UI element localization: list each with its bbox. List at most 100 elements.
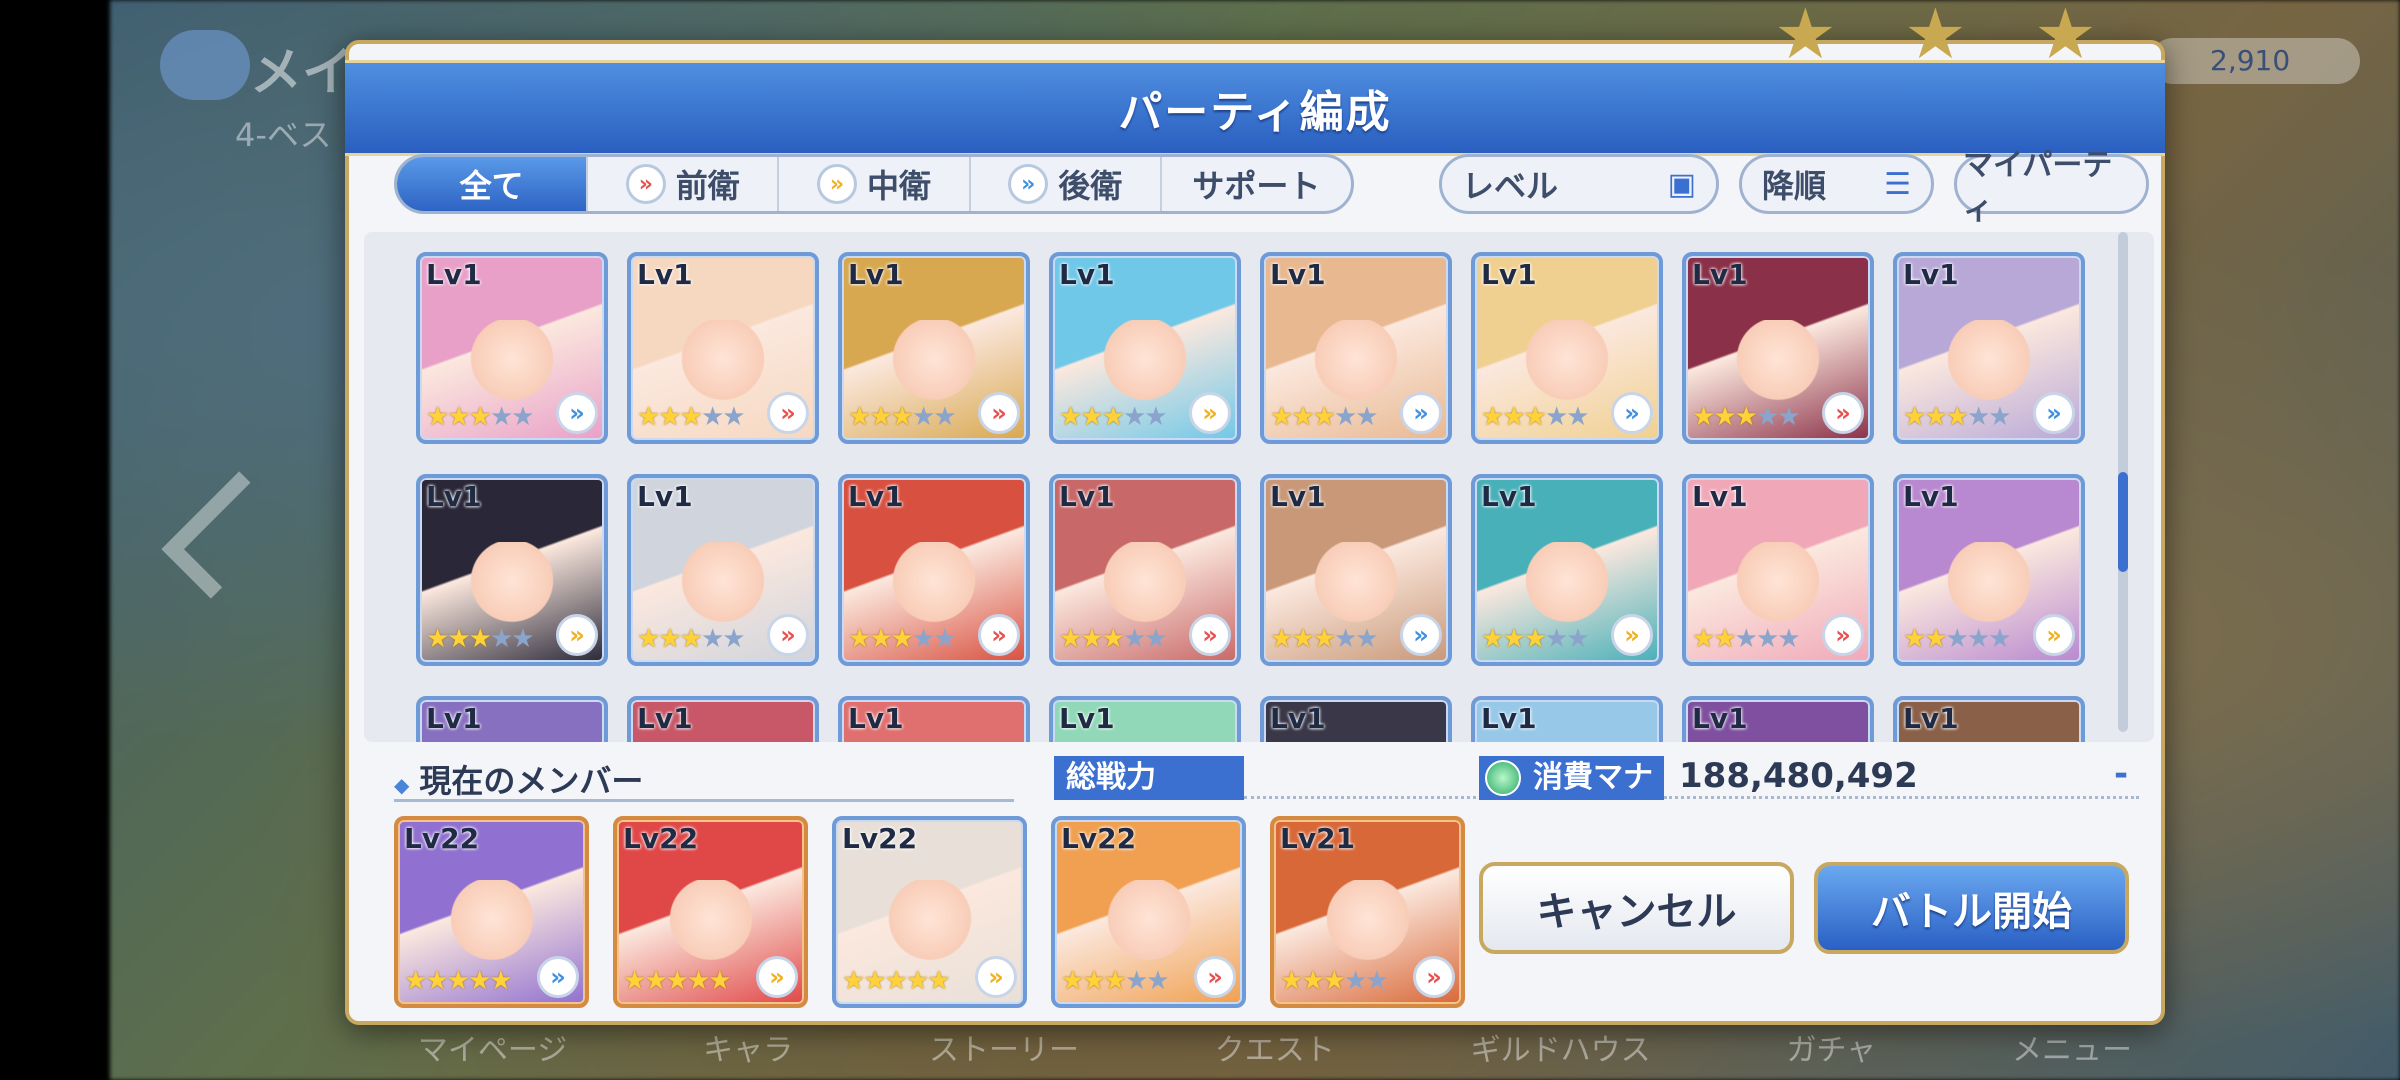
- character-card[interactable]: Lv1★★★★★»: [1682, 696, 1874, 742]
- level-label: Lv1: [1059, 702, 1115, 735]
- star-icon: ★: [905, 966, 929, 996]
- character-card[interactable]: Lv1★★★★★»: [1260, 696, 1452, 742]
- star-icon: ★: [1101, 624, 1125, 654]
- star-icon: ★: [1101, 402, 1125, 432]
- level-label: Lv1: [637, 480, 693, 513]
- character-card[interactable]: Lv1★★★★★»: [416, 474, 608, 666]
- star-icon: ★: [637, 402, 660, 432]
- star-rating: ★★★★★: [1903, 402, 2012, 432]
- star-icon: ★: [1544, 402, 1568, 432]
- back-button[interactable]: [160, 30, 250, 100]
- star-icon: ★: [679, 624, 703, 654]
- star-icon: ★: [1966, 402, 1990, 432]
- character-card[interactable]: Lv1★★★★★»: [1471, 474, 1663, 666]
- character-card[interactable]: Lv1★★★★★»: [1260, 474, 1452, 666]
- star-icon: ★: [1103, 966, 1127, 996]
- level-label: Lv1: [1059, 480, 1115, 513]
- character-card[interactable]: Lv1★★★★★»: [1893, 252, 2085, 444]
- character-card[interactable]: Lv1★★★★★»: [416, 252, 608, 444]
- tab-filter-1[interactable]: » 前衛: [588, 157, 780, 211]
- character-card[interactable]: Lv1★★★★★»: [1893, 696, 2085, 742]
- current-members-label: 現在のメンバー: [419, 762, 644, 800]
- tab-filter-4[interactable]: サポート: [1162, 157, 1351, 211]
- character-portrait: [1097, 319, 1193, 406]
- character-list[interactable]: Lv1 ★★★★★» Lv1 ★★★★★» Lv1 ★★★★★» Lv1 ★★★★★» Lv1 ★…: [364, 232, 2154, 742]
- sort-order-label: 降順: [1762, 167, 1827, 205]
- level-label: Lv1: [848, 702, 904, 735]
- star-icon: ★: [722, 402, 745, 432]
- member-slot[interactable]: Lv22 ★★★★★»: [394, 816, 589, 1008]
- star-rating: ★★★★★: [637, 624, 746, 654]
- character-card[interactable]: Lv1★★★★★»: [1893, 474, 2085, 666]
- cancel-button[interactable]: キャンセル: [1479, 862, 1794, 954]
- mana-cost-label: 消費マナ: [1479, 756, 1664, 800]
- character-card[interactable]: Lv1★★★★★»: [1471, 696, 1663, 742]
- character-portrait: [1730, 319, 1826, 406]
- member-slot[interactable]: Lv22 ★★★★★»: [1051, 816, 1246, 1008]
- sort-order-button[interactable]: 降順 ☰: [1739, 154, 1934, 214]
- star-icon: ★: [933, 402, 956, 432]
- member-slot[interactable]: Lv22 ★★★★★»: [613, 816, 808, 1008]
- front-role-icon: »: [767, 392, 809, 434]
- star-icon: ★: [869, 402, 892, 432]
- level-label: Lv1: [1481, 702, 1537, 735]
- nav-item: マイページ: [417, 1033, 568, 1068]
- scroll-thumb[interactable]: [2118, 472, 2128, 572]
- dialog-header: パーティ編成: [345, 60, 2165, 156]
- star-ornament-icon: ★: [1774, 0, 1837, 75]
- star-icon: ★: [927, 966, 950, 996]
- level-label: Lv1: [848, 480, 904, 513]
- character-card[interactable]: Lv1★★★★★»: [627, 696, 819, 742]
- sort-level-button[interactable]: レベル ▣: [1439, 154, 1719, 214]
- star-icon: ★: [722, 624, 745, 654]
- character-card[interactable]: Lv1★★★★★»: [838, 696, 1030, 742]
- star-icon: ★: [890, 624, 914, 654]
- tab-filter-0[interactable]: 全て: [397, 157, 589, 211]
- star-icon: ★: [1059, 624, 1082, 654]
- character-card[interactable]: Lv1★★★★★»: [838, 252, 1030, 444]
- character-card[interactable]: Lv1★★★★★»: [1049, 474, 1241, 666]
- my-party-button[interactable]: マイパーティ: [1954, 148, 2149, 227]
- level-label: Lv1: [1692, 702, 1748, 735]
- battle-start-button[interactable]: バトル開始: [1814, 862, 2129, 954]
- nav-item: キャラ: [703, 1033, 794, 1068]
- scrollbar[interactable]: [2118, 232, 2128, 732]
- level-label: Lv22: [1061, 822, 1137, 855]
- star-icon: ★: [686, 966, 710, 996]
- member-slot[interactable]: Lv21 ★★★★★»: [1270, 816, 1465, 1008]
- character-portrait: [881, 880, 978, 967]
- diamond-icon: ◆: [394, 773, 410, 797]
- star-icon: ★: [658, 624, 681, 654]
- character-portrait: [886, 541, 982, 628]
- star-icon: ★: [447, 402, 470, 432]
- star-icon: ★: [1122, 624, 1146, 654]
- star-icon: ★: [700, 402, 724, 432]
- character-card[interactable]: Lv1★★★★★»: [1682, 252, 1874, 444]
- character-portrait: [1308, 541, 1404, 628]
- character-card[interactable]: Lv1★★★★★»: [1260, 252, 1452, 444]
- character-card[interactable]: Lv1★★★★★»: [627, 252, 819, 444]
- character-card[interactable]: Lv1★★★★★»: [1049, 252, 1241, 444]
- character-portrait: [1097, 541, 1193, 628]
- character-card[interactable]: Lv1★★★★★»: [838, 474, 1030, 666]
- star-icon: ★: [426, 624, 449, 654]
- tab-filter-3[interactable]: » 後衛: [971, 157, 1162, 211]
- star-ornament-icon: ★: [2034, 0, 2097, 75]
- bottom-navigation: マイページ キャラ ストーリー クエスト ギルドハウス ガチャ メニュー: [350, 1025, 2200, 1080]
- character-card[interactable]: Lv1★★★★★»: [416, 696, 608, 742]
- star-icon: ★: [1080, 402, 1103, 432]
- character-card[interactable]: Lv1★★★★★»: [1471, 252, 1663, 444]
- tab-label: 全て: [459, 167, 524, 205]
- star-icon: ★: [1523, 624, 1547, 654]
- current-members-heading: ◆ 現在のメンバー: [394, 756, 1014, 802]
- character-card[interactable]: Lv1★★★★★»: [627, 474, 819, 666]
- tab-label: サポート: [1192, 167, 1321, 205]
- tab-filter-2[interactable]: » 中衛: [779, 157, 971, 211]
- star-icon: ★: [1945, 402, 1969, 432]
- member-slot[interactable]: Lv22 ★★★★★»: [832, 816, 1027, 1008]
- front-role-icon: »: [1822, 614, 1864, 656]
- star-icon: ★: [468, 402, 492, 432]
- character-card[interactable]: Lv1★★★★★»: [1049, 696, 1241, 742]
- star-rating: ★★★★★: [623, 966, 732, 996]
- character-card[interactable]: Lv1★★★★★»: [1682, 474, 1874, 666]
